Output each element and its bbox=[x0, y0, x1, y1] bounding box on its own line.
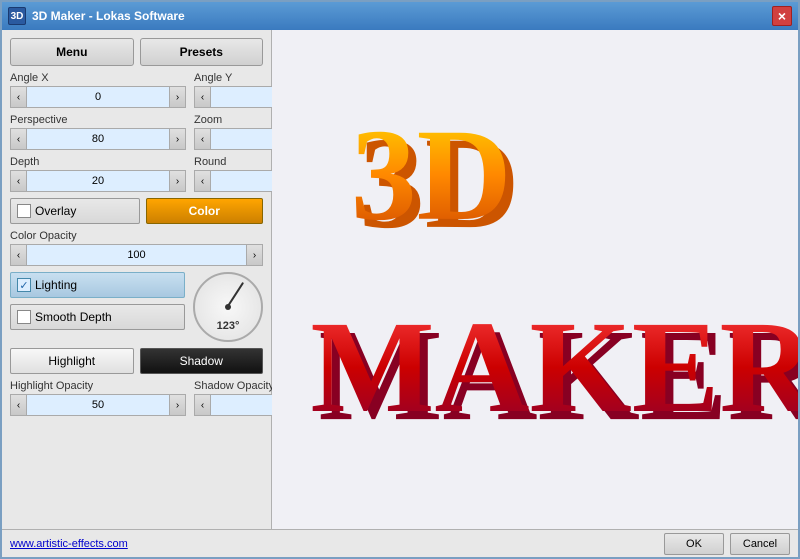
highlight-shadow-row: Highlight Shadow bbox=[10, 348, 263, 374]
lighting-checkbox: ✓ bbox=[17, 278, 31, 292]
dial-angle-text: 123° bbox=[217, 320, 240, 332]
perspective-decrement[interactable]: ‹ bbox=[11, 129, 27, 149]
highlight-opacity-input[interactable] bbox=[27, 395, 169, 415]
angle-y-decrement[interactable]: ‹ bbox=[195, 87, 211, 107]
zoom-decrement[interactable]: ‹ bbox=[195, 129, 211, 149]
window-title: 3D Maker - Lokas Software bbox=[32, 9, 772, 23]
main-content: Menu Presets Angle X ‹ › Angle Y ‹ bbox=[2, 30, 798, 529]
shadow-button[interactable]: Shadow bbox=[140, 348, 264, 374]
dial-center bbox=[225, 304, 231, 310]
left-panel: Menu Presets Angle X ‹ › Angle Y ‹ bbox=[2, 30, 272, 529]
depth-increment[interactable]: › bbox=[169, 171, 185, 191]
highlight-opacity-spinner: ‹ › bbox=[10, 394, 186, 416]
angle-x-input[interactable] bbox=[27, 87, 169, 107]
angle-x-spinner: ‹ › bbox=[10, 86, 186, 108]
bottom-bar: www.artistic-effects.com OK Cancel bbox=[2, 529, 798, 557]
ok-button[interactable]: OK bbox=[664, 533, 724, 555]
cancel-button[interactable]: Cancel bbox=[730, 533, 790, 555]
angle-dial[interactable]: 123° bbox=[193, 272, 263, 342]
titlebar: 3D 3D Maker - Lokas Software × bbox=[2, 2, 798, 30]
preview-svg: 3D 3D MAKER MAKER bbox=[272, 30, 798, 529]
depth-group: Depth ‹ › bbox=[10, 156, 186, 192]
perspective-group: Perspective ‹ › bbox=[10, 114, 186, 150]
preview-area: 3D 3D MAKER MAKER bbox=[272, 30, 798, 529]
overlay-label: Overlay bbox=[35, 204, 76, 218]
svg-text:MAKER: MAKER bbox=[310, 295, 798, 440]
depth-round-row: Depth ‹ › Round ‹ › bbox=[10, 156, 263, 192]
bottom-buttons: OK Cancel bbox=[664, 533, 790, 555]
depth-decrement[interactable]: ‹ bbox=[11, 171, 27, 191]
menu-button[interactable]: Menu bbox=[10, 38, 134, 66]
depth-label: Depth bbox=[10, 156, 186, 168]
smooth-depth-label: Smooth Depth bbox=[35, 310, 112, 324]
app-icon: 3D bbox=[8, 7, 26, 25]
top-buttons: Menu Presets bbox=[10, 38, 263, 66]
highlight-opacity-decrement[interactable]: ‹ bbox=[11, 395, 27, 415]
highlight-opacity-label: Highlight Opacity bbox=[10, 380, 186, 392]
highlight-opacity-group: Highlight Opacity ‹ › bbox=[10, 380, 186, 416]
smooth-depth-toggle[interactable]: Smooth Depth bbox=[10, 304, 185, 330]
perspective-input[interactable] bbox=[27, 129, 169, 149]
close-button[interactable]: × bbox=[772, 6, 792, 26]
color-opacity-decrement[interactable]: ‹ bbox=[11, 245, 27, 265]
color-button[interactable]: Color bbox=[146, 198, 264, 224]
angle-x-group: Angle X ‹ › bbox=[10, 72, 186, 108]
presets-button[interactable]: Presets bbox=[140, 38, 264, 66]
overlay-checkbox bbox=[17, 204, 31, 218]
main-window: 3D 3D Maker - Lokas Software × Menu Pres… bbox=[0, 0, 800, 559]
lighting-left: ✓ Lighting Smooth Depth bbox=[10, 272, 185, 330]
preview-panel: 3D 3D MAKER MAKER bbox=[272, 30, 798, 529]
hl-shadow-opacity-row: Highlight Opacity ‹ › Shadow Opacity ‹ › bbox=[10, 380, 263, 416]
color-opacity-increment[interactable]: › bbox=[246, 245, 262, 265]
overlay-toggle[interactable]: Overlay bbox=[10, 198, 140, 224]
round-decrement[interactable]: ‹ bbox=[195, 171, 211, 191]
lighting-row: ✓ Lighting Smooth Depth 123° bbox=[10, 272, 263, 342]
perspective-increment[interactable]: › bbox=[169, 129, 185, 149]
overlay-color-row: Overlay Color bbox=[10, 198, 263, 224]
highlight-opacity-increment[interactable]: › bbox=[169, 395, 185, 415]
color-opacity-spinner: ‹ › bbox=[10, 244, 263, 266]
perspective-zoom-row: Perspective ‹ › Zoom ‹ › bbox=[10, 114, 263, 150]
shadow-opacity-decrement[interactable]: ‹ bbox=[195, 395, 211, 415]
color-opacity-input[interactable] bbox=[27, 245, 246, 265]
website-link[interactable]: www.artistic-effects.com bbox=[10, 538, 664, 550]
lighting-toggle[interactable]: ✓ Lighting bbox=[10, 272, 185, 298]
dial-indicator bbox=[227, 282, 244, 307]
depth-spinner: ‹ › bbox=[10, 170, 186, 192]
perspective-spinner: ‹ › bbox=[10, 128, 186, 150]
depth-input[interactable] bbox=[27, 171, 169, 191]
perspective-label: Perspective bbox=[10, 114, 186, 126]
lighting-label: Lighting bbox=[35, 278, 77, 292]
angle-x-increment[interactable]: › bbox=[169, 87, 185, 107]
angle-x-label: Angle X bbox=[10, 72, 186, 84]
color-opacity-group: Color Opacity ‹ › bbox=[10, 230, 263, 266]
svg-text:3D: 3D bbox=[351, 103, 512, 248]
highlight-button[interactable]: Highlight bbox=[10, 348, 134, 374]
angle-x-decrement[interactable]: ‹ bbox=[11, 87, 27, 107]
angle-row: Angle X ‹ › Angle Y ‹ › bbox=[10, 72, 263, 108]
color-opacity-label: Color Opacity bbox=[10, 230, 263, 242]
smooth-depth-checkbox bbox=[17, 310, 31, 324]
